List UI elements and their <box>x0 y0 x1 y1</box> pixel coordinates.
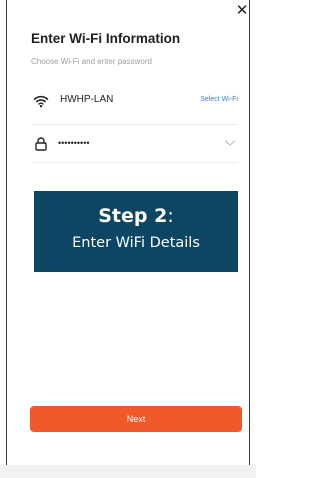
page-subtitle: Choose Wi-Fi and enter password <box>31 57 152 66</box>
close-icon[interactable]: ✕ <box>235 3 249 18</box>
next-button[interactable]: Next <box>30 406 242 432</box>
step-number: Step 2 <box>98 205 168 227</box>
page-title: Enter Wi-Fi Information <box>31 31 181 46</box>
bottom-band <box>0 465 256 478</box>
lock-icon <box>35 137 47 151</box>
divider <box>31 124 238 125</box>
wifi-icon <box>33 95 49 108</box>
password-field[interactable] <box>58 135 218 151</box>
divider <box>31 162 238 163</box>
step-colon: : <box>167 205 174 227</box>
step-banner: Step 2: Enter WiFi Details <box>34 191 238 272</box>
left-border <box>6 0 7 478</box>
password-row <box>31 132 238 156</box>
step-description: Enter WiFi Details <box>72 235 200 251</box>
chevron-down-icon[interactable] <box>224 138 236 148</box>
right-border <box>249 0 250 478</box>
wifi-network-row[interactable]: HWHP-LAN Select Wi-Fi <box>31 89 238 113</box>
select-wifi-link[interactable]: Select Wi-Fi <box>200 96 238 103</box>
step-heading: Step 2: <box>34 205 238 227</box>
wifi-setup-screen: ✕ Enter Wi-Fi Information Choose Wi-Fi a… <box>0 0 256 478</box>
wifi-ssid: HWHP-LAN <box>60 94 114 105</box>
